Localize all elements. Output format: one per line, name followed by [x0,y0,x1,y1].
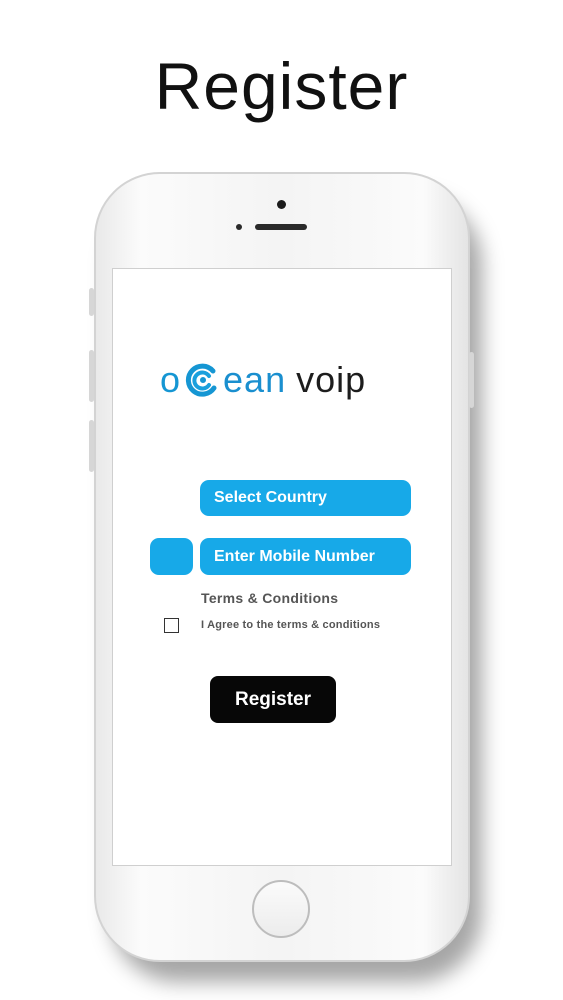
logo-letter-o: o [160,359,182,400]
agree-label: I Agree to the terms & conditions [201,619,381,631]
logo-text-voip: voip [296,359,367,400]
register-button[interactable]: Register [210,676,336,723]
wave-icon [183,361,221,399]
mobile-number-input[interactable]: Enter Mobile Number [200,538,411,575]
select-country-label: Select Country [214,489,327,506]
page-headline: Register [154,49,409,123]
proximity-sensor [236,224,242,230]
power-button [469,352,474,408]
select-country-dropdown[interactable]: Select Country [200,480,411,516]
earpiece-speaker [255,224,307,230]
country-code-field[interactable] [150,538,193,575]
register-button-label: Register [234,688,312,710]
home-button [252,880,310,938]
volume-up-button [89,350,94,402]
front-camera [277,200,286,209]
ocean-voip-logo: o ean voip [160,358,366,402]
mobile-number-placeholder: Enter Mobile Number [214,547,375,565]
logo-text-ean: ean [223,359,287,400]
volume-down-button [89,420,94,472]
terms-conditions-link[interactable]: Terms & Conditions [201,590,338,606]
agree-checkbox[interactable] [164,618,179,633]
mute-switch [89,288,94,316]
